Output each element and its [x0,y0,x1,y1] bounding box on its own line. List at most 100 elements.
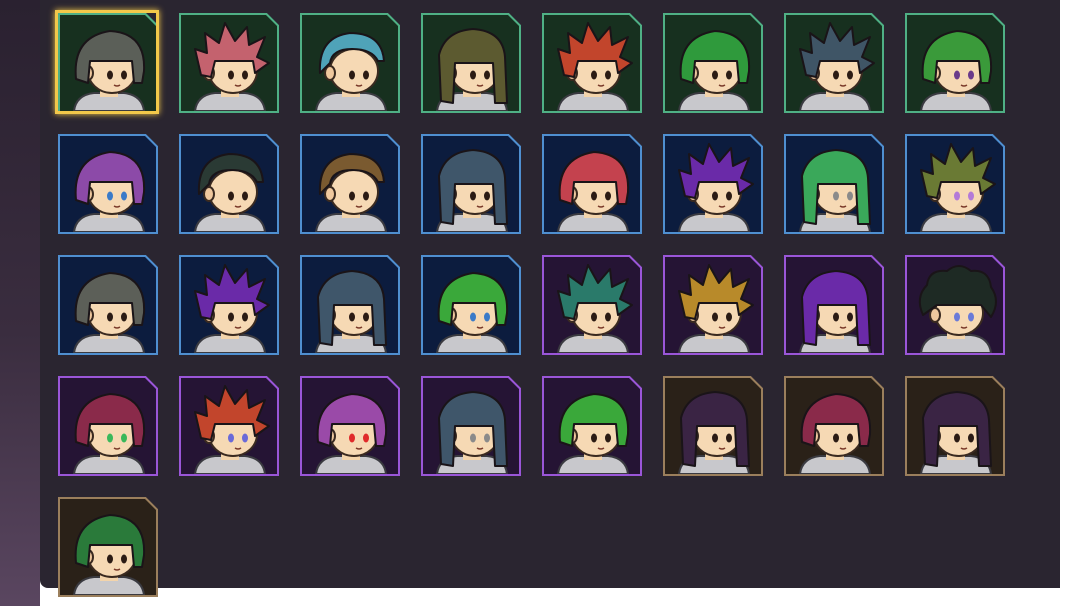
character-portrait-icon [556,393,630,474]
character-tile[interactable] [784,255,884,355]
portrait-background [423,257,519,353]
character-tile[interactable] [905,376,1005,476]
character-tile[interactable] [905,255,1005,355]
portrait-background [786,378,882,474]
portrait-background [423,15,519,111]
character-tile[interactable] [542,376,642,476]
character-tile[interactable] [421,13,521,113]
character-portrait-icon [677,30,751,111]
character-portrait-icon [556,22,633,111]
character-tile[interactable] [663,134,763,234]
character-tile[interactable] [300,13,400,113]
portrait-background [302,136,398,232]
character-tile[interactable] [300,255,400,355]
character-portrait-icon [193,264,270,353]
character-portrait-icon [556,151,630,232]
character-tile[interactable] [542,134,642,234]
portrait-background [907,15,1003,111]
portrait-background [786,136,882,232]
character-tile[interactable] [179,255,279,355]
portrait-background [181,136,277,232]
character-portrait-icon [798,270,872,353]
character-portrait-icon [193,22,270,111]
character-tile[interactable] [179,13,279,113]
character-portrait-icon [314,153,388,232]
portrait-background [60,15,156,111]
character-portrait-icon [677,264,754,353]
portrait-background [665,257,761,353]
character-tile[interactable] [663,255,763,355]
character-tile[interactable] [663,13,763,113]
character-portrait-icon [72,272,146,353]
character-portrait-icon [556,264,633,353]
character-tile[interactable] [784,13,884,113]
character-portrait-icon [435,272,509,353]
character-tile[interactable] [542,255,642,355]
character-portrait-icon [919,391,993,474]
portrait-background [60,257,156,353]
portrait-background [60,378,156,474]
portrait-background [544,15,640,111]
character-tile[interactable] [421,134,521,234]
character-tile[interactable] [300,134,400,234]
character-portrait-icon [72,514,146,595]
character-portrait-icon [72,30,146,111]
portrait-background [544,136,640,232]
portrait-background [60,136,156,232]
character-tile[interactable] [58,134,158,234]
character-tile[interactable] [55,10,159,114]
character-tile[interactable] [58,497,158,597]
character-tile[interactable] [179,134,279,234]
character-portrait-icon [798,393,872,474]
character-tile[interactable] [663,376,763,476]
portrait-background [181,378,277,474]
portrait-background [665,378,761,474]
character-portrait-icon [677,143,754,232]
portrait-background [665,136,761,232]
portrait-background [302,378,398,474]
portrait-background [544,378,640,474]
character-portrait-icon [435,149,509,232]
character-portrait-icon [72,393,146,474]
portrait-background [786,257,882,353]
character-tile[interactable] [58,376,158,476]
portrait-background [302,15,398,111]
portrait-background [907,378,1003,474]
character-portrait-icon [314,270,388,353]
character-tile[interactable] [300,376,400,476]
portrait-background [302,257,398,353]
character-tile[interactable] [421,376,521,476]
character-portrait-icon [798,22,875,111]
portrait-background [181,257,277,353]
character-portrait-icon [918,265,997,353]
character-tile[interactable] [905,13,1005,113]
character-portrait-icon [72,151,146,232]
portrait-background [181,15,277,111]
portrait-background [786,15,882,111]
character-portrait-icon [798,149,872,232]
portrait-background [60,499,156,595]
character-tile[interactable] [784,134,884,234]
side-background [0,0,40,606]
portrait-background [907,257,1003,353]
portrait-background [665,15,761,111]
portrait-background [423,136,519,232]
character-tile[interactable] [179,376,279,476]
character-portrait-icon [193,153,267,232]
character-portrait-icon [677,391,751,474]
character-portrait-icon [919,30,993,111]
character-tile[interactable] [58,255,158,355]
character-portrait-icon [314,32,388,111]
portrait-background [544,257,640,353]
character-portrait-icon [435,28,509,111]
character-portrait-icon [314,393,388,474]
character-tile[interactable] [905,134,1005,234]
character-portrait-icon [435,391,509,474]
character-portrait-icon [193,385,270,474]
character-tile[interactable] [542,13,642,113]
portrait-background [423,378,519,474]
portrait-background [907,136,1003,232]
character-tile[interactable] [784,376,884,476]
character-tile[interactable] [421,255,521,355]
character-portrait-icon [919,143,996,232]
